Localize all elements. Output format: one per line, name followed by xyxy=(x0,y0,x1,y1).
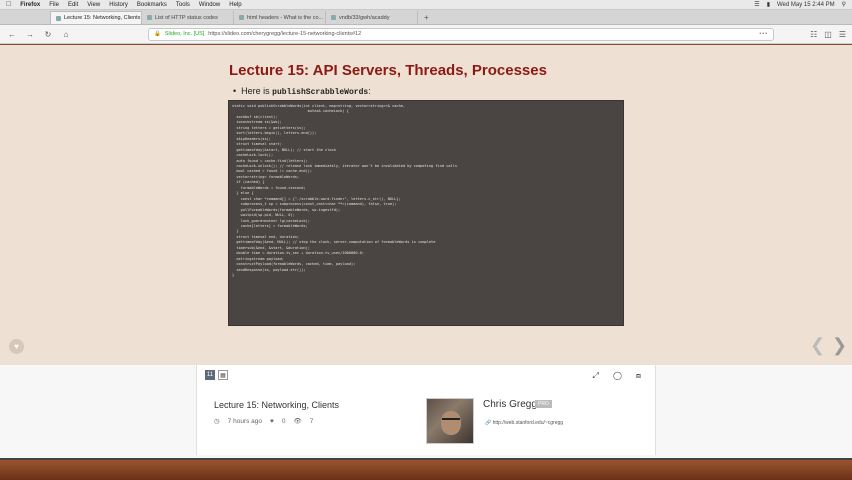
browser-tab[interactable]: html headers - What is the co... xyxy=(234,11,326,24)
menu-app-name[interactable]: Firefox xyxy=(20,2,40,8)
deck-card: 11 ▦ ⤢ ◯ ⧈ Lecture 15: Networking, Clien… xyxy=(196,365,656,455)
pro-badge: PRO xyxy=(535,400,552,408)
menu-history[interactable]: History xyxy=(109,2,128,8)
heart-icon[interactable]: ♥ xyxy=(9,339,24,354)
url-text[interactable]: https://slideo.com/cherygregg/lecture-15… xyxy=(208,31,361,37)
site-identity[interactable]: Slideo, Inc. [US] xyxy=(165,31,204,37)
macos-menu-bar:  Firefox File Edit View History Bookmar… xyxy=(0,0,852,10)
menu-file[interactable]: File xyxy=(49,2,59,8)
slide-title: Lecture 15: API Servers, Threads, Proces… xyxy=(229,62,547,79)
author-name[interactable]: Chris Gregg xyxy=(483,399,537,410)
browser-tab-bar: Lecture 15: Networking, Clients × List o… xyxy=(0,10,852,25)
deck-title[interactable]: Lecture 15: Networking, Clients xyxy=(214,400,339,410)
slide-controls: 11 ▦ xyxy=(205,370,228,380)
bullet-suffix: : xyxy=(368,86,371,96)
menu-view[interactable]: View xyxy=(87,2,100,8)
home-icon[interactable]: ⌂ xyxy=(60,30,72,39)
comment-icon[interactable]: ◯ xyxy=(613,371,622,381)
tab-label: List of HTTP status codes xyxy=(155,14,218,21)
forward-icon[interactable]: → xyxy=(24,30,36,39)
code-block: static void publishScrabbleWords(int cli… xyxy=(228,100,624,326)
menu-tools[interactable]: Tools xyxy=(176,2,190,8)
menu-edit[interactable]: Edit xyxy=(68,2,78,8)
battery-icon[interactable]: ▮ xyxy=(767,1,770,8)
deck-meta: ◷ 7 hours ago ♥ 0 👁 7 xyxy=(214,417,314,426)
share-icon[interactable]: ⧈ xyxy=(636,371,641,381)
menu-bookmarks[interactable]: Bookmarks xyxy=(137,2,167,8)
apple-menu-icon[interactable]:  xyxy=(6,1,11,8)
browser-tab[interactable]: vndb/33/gwh/acaddy xyxy=(326,11,418,24)
like-count: 0 xyxy=(281,417,286,425)
menu-icon[interactable]: ☰ xyxy=(839,30,846,39)
tab-favicon-icon xyxy=(56,15,61,21)
url-bar[interactable]: 🔒 Slideo, Inc. [US] https://slideo.com/c… xyxy=(148,27,775,41)
fullscreen-icon[interactable]: ⤢ xyxy=(593,371,599,381)
tab-favicon-icon xyxy=(239,15,244,20)
like-icon[interactable]: ♥ xyxy=(270,418,274,425)
tab-label: vndb/33/gwh/acaddy xyxy=(339,14,390,21)
slide-number-indicator[interactable]: 11 xyxy=(205,370,215,380)
card-actions: ⤢ ◯ ⧈ xyxy=(593,371,641,381)
bullet-code: publishScrabbleWords xyxy=(272,88,369,97)
avatar-face xyxy=(441,411,461,435)
sidebar-icon[interactable]: ◫ xyxy=(824,30,832,39)
page-actions-icon[interactable]: ••• xyxy=(759,31,768,37)
time-ago: 7 hours ago xyxy=(227,417,263,425)
author-url-text[interactable]: http://web.stanford.edu/~cgregg xyxy=(493,420,563,426)
tab-label: html headers - What is the co... xyxy=(247,14,324,21)
prev-slide-icon[interactable]: ❮ xyxy=(810,335,825,356)
link-icon: 🔗 xyxy=(485,420,492,426)
author-url[interactable]: 🔗 http://web.stanford.edu/~cgregg xyxy=(485,420,563,426)
bullet-dot-icon: • xyxy=(233,86,237,96)
avatar[interactable] xyxy=(426,398,474,444)
toolbar-right: ☷ ◫ ☰ xyxy=(810,30,846,39)
tab-favicon-icon xyxy=(147,15,152,20)
slide-viewer: Lecture 15: API Servers, Threads, Proces… xyxy=(0,45,852,365)
menu-status-area: ☰ ▮ Wed May 15 2:44 PM ⚲ xyxy=(754,1,846,9)
tab-label: Lecture 15: Networking, Clients xyxy=(64,15,141,21)
code-text: static void publishScrabbleWords(int cli… xyxy=(232,104,458,278)
bullet-prefix: Here is xyxy=(241,86,273,96)
grid-view-icon[interactable]: ▦ xyxy=(218,370,228,380)
new-tab-icon[interactable]: + xyxy=(418,11,435,24)
back-icon[interactable]: ← xyxy=(6,30,18,39)
avatar-glasses xyxy=(442,418,460,422)
slide-bullet: • Here is publishScrabbleWords: xyxy=(233,86,371,97)
tab-favicon-icon xyxy=(331,15,336,20)
lock-icon[interactable]: 🔒 xyxy=(154,31,161,37)
reload-icon[interactable]: ↻ xyxy=(42,30,54,39)
menu-help[interactable]: Help xyxy=(229,2,241,8)
views-icon: 👁 xyxy=(293,418,302,425)
view-count: 7 xyxy=(309,417,314,425)
browser-tab[interactable]: Lecture 15: Networking, Clients × xyxy=(50,11,142,24)
next-slide-icon[interactable]: ❯ xyxy=(832,335,847,356)
library-icon[interactable]: ☷ xyxy=(810,30,817,39)
browser-nav-bar: ← → ↻ ⌂ 🔒 Slideo, Inc. [US] https://slid… xyxy=(0,25,852,44)
menu-window[interactable]: Window xyxy=(199,2,220,8)
deck-info-panel: 11 ▦ ⤢ ◯ ⧈ Lecture 15: Networking, Clien… xyxy=(0,365,852,460)
menu-clock[interactable]: Wed May 15 2:44 PM xyxy=(777,2,835,8)
desktop-dock xyxy=(0,460,852,480)
browser-tab[interactable]: List of HTTP status codes xyxy=(142,11,234,24)
search-icon[interactable]: ⚲ xyxy=(842,1,846,8)
clock-icon: ◷ xyxy=(214,418,220,425)
wifi-icon[interactable]: ☰ xyxy=(754,1,759,8)
